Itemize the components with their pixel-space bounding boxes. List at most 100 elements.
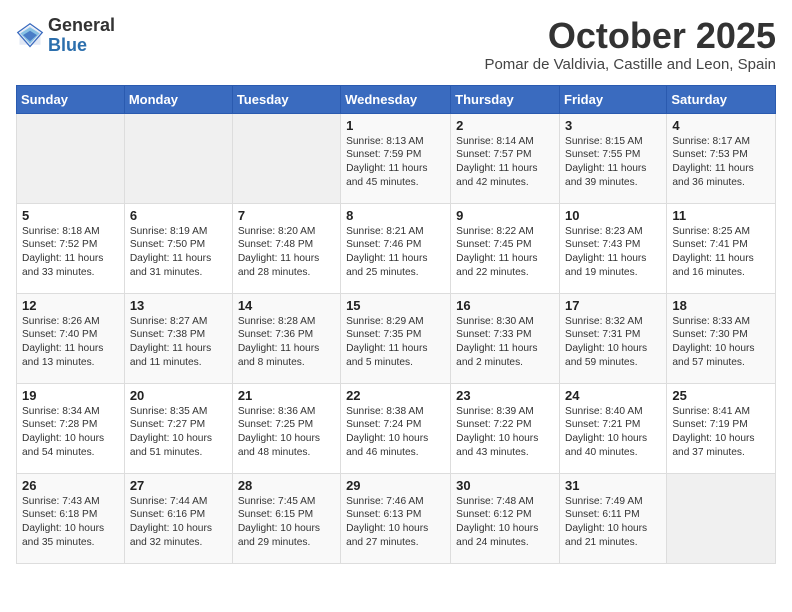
day-info: Sunrise: 8:19 AM Sunset: 7:50 PM Dayligh… <box>130 225 227 280</box>
day-number: 29 <box>346 478 445 493</box>
calendar-cell: 8 Sunrise: 8:21 AM Sunset: 7:46 PM Daylig… <box>341 203 451 293</box>
day-number: 24 <box>565 388 661 403</box>
logo: General Blue <box>16 16 115 56</box>
calendar-cell: 12Sunrise: 8:26 AM Sunset: 7:40 PM Dayli… <box>17 293 125 383</box>
calendar-cell: 14Sunrise: 8:28 AM Sunset: 7:36 PM Dayli… <box>232 293 340 383</box>
day-info: Sunrise: 8:41 AM Sunset: 7:19 PM Dayligh… <box>672 405 770 460</box>
day-number: 1 <box>346 118 445 133</box>
calendar-cell: 27 Sunrise: 7:44 AM Sunset: 6:16 PM Dayli… <box>124 473 232 563</box>
day-info: Sunrise: 8:17 AM Sunset: 7:53 PM Dayligh… <box>672 135 770 190</box>
calendar-cell: 10 Sunrise: 8:23 AM Sunset: 7:43 PM Dayli… <box>560 203 667 293</box>
logo-general-text: General <box>48 15 115 35</box>
day-number: 15 <box>346 298 445 313</box>
day-number: 25 <box>672 388 770 403</box>
day-info: Sunrise: 8:33 AM Sunset: 7:30 PM Dayligh… <box>672 315 770 370</box>
day-info: Sunrise: 7:44 AM Sunset: 6:16 PM Dayligh… <box>130 495 227 550</box>
calendar-cell <box>17 113 125 203</box>
calendar-cell: 20 Sunrise: 8:35 AM Sunset: 7:27 PM Dayli… <box>124 383 232 473</box>
day-number: 26 <box>22 478 119 493</box>
logo-blue-text: Blue <box>48 35 87 55</box>
day-number: 27 <box>130 478 227 493</box>
calendar-cell: 24 Sunrise: 8:40 AM Sunset: 7:21 PM Dayli… <box>560 383 667 473</box>
weekday-header-thursday: Thursday <box>451 85 560 113</box>
calendar-cell: 26 Sunrise: 7:43 AM Sunset: 6:18 PM Dayli… <box>17 473 125 563</box>
day-info: Sunrise: 8:21 AM Sunset: 7:46 PM Dayligh… <box>346 225 445 280</box>
day-number: 20 <box>130 388 227 403</box>
day-info: Sunrise: 7:43 AM Sunset: 6:18 PM Dayligh… <box>22 495 119 550</box>
weekday-header-saturday: Saturday <box>667 85 776 113</box>
day-info: Sunrise: 8:35 AM Sunset: 7:27 PM Dayligh… <box>130 405 227 460</box>
day-number: 8 <box>346 208 445 223</box>
calendar-cell: 19 Sunrise: 8:34 AM Sunset: 7:28 PM Dayli… <box>17 383 125 473</box>
calendar-cell: 16Sunrise: 8:30 AM Sunset: 7:33 PM Dayli… <box>451 293 560 383</box>
calendar-table: SundayMondayTuesdayWednesdayThursdayFrid… <box>16 85 776 564</box>
weekday-header-sunday: Sunday <box>17 85 125 113</box>
day-info: Sunrise: 8:25 AM Sunset: 7:41 PM Dayligh… <box>672 225 770 280</box>
logo-icon <box>16 22 44 50</box>
calendar-week-4: 19 Sunrise: 8:34 AM Sunset: 7:28 PM Dayli… <box>17 383 776 473</box>
weekday-header-row: SundayMondayTuesdayWednesdayThursdayFrid… <box>17 85 776 113</box>
calendar-cell: 23 Sunrise: 8:39 AM Sunset: 7:22 PM Dayli… <box>451 383 560 473</box>
day-number: 19 <box>22 388 119 403</box>
calendar-cell: 1 Sunrise: 8:13 AM Sunset: 7:59 PM Daylig… <box>341 113 451 203</box>
calendar-cell <box>124 113 232 203</box>
day-number: 2 <box>456 118 554 133</box>
day-number: 17 <box>565 298 661 313</box>
day-number: 5 <box>22 208 119 223</box>
calendar-cell: 18 Sunrise: 8:33 AM Sunset: 7:30 PM Dayli… <box>667 293 776 383</box>
calendar-cell: 7 Sunrise: 8:20 AM Sunset: 7:48 PM Daylig… <box>232 203 340 293</box>
day-info: Sunrise: 8:36 AM Sunset: 7:25 PM Dayligh… <box>238 405 335 460</box>
day-info: Sunrise: 8:18 AM Sunset: 7:52 PM Dayligh… <box>22 225 119 280</box>
calendar-cell <box>232 113 340 203</box>
calendar-week-3: 12Sunrise: 8:26 AM Sunset: 7:40 PM Dayli… <box>17 293 776 383</box>
day-info: Sunrise: 7:48 AM Sunset: 6:12 PM Dayligh… <box>456 495 554 550</box>
day-info: Sunrise: 8:13 AM Sunset: 7:59 PM Dayligh… <box>346 135 445 190</box>
calendar-cell: 29Sunrise: 7:46 AM Sunset: 6:13 PM Dayli… <box>341 473 451 563</box>
day-number: 6 <box>130 208 227 223</box>
day-info: Sunrise: 8:22 AM Sunset: 7:45 PM Dayligh… <box>456 225 554 280</box>
day-info: Sunrise: 8:23 AM Sunset: 7:43 PM Dayligh… <box>565 225 661 280</box>
calendar-cell: 17 Sunrise: 8:32 AM Sunset: 7:31 PM Dayli… <box>560 293 667 383</box>
day-number: 3 <box>565 118 661 133</box>
day-number: 7 <box>238 208 335 223</box>
calendar-cell: 6 Sunrise: 8:19 AM Sunset: 7:50 PM Daylig… <box>124 203 232 293</box>
calendar-cell <box>667 473 776 563</box>
day-number: 23 <box>456 388 554 403</box>
weekday-header-monday: Monday <box>124 85 232 113</box>
day-number: 11 <box>672 208 770 223</box>
calendar-cell: 25 Sunrise: 8:41 AM Sunset: 7:19 PM Dayli… <box>667 383 776 473</box>
day-info: Sunrise: 8:39 AM Sunset: 7:22 PM Dayligh… <box>456 405 554 460</box>
day-number: 9 <box>456 208 554 223</box>
weekday-header-wednesday: Wednesday <box>341 85 451 113</box>
day-info: Sunrise: 8:27 AM Sunset: 7:38 PM Dayligh… <box>130 315 227 370</box>
calendar-cell: 15Sunrise: 8:29 AM Sunset: 7:35 PM Dayli… <box>341 293 451 383</box>
day-info: Sunrise: 8:38 AM Sunset: 7:24 PM Dayligh… <box>346 405 445 460</box>
calendar-week-2: 5 Sunrise: 8:18 AM Sunset: 7:52 PM Daylig… <box>17 203 776 293</box>
day-info: Sunrise: 7:49 AM Sunset: 6:11 PM Dayligh… <box>565 495 661 550</box>
calendar-cell: 13Sunrise: 8:27 AM Sunset: 7:38 PM Dayli… <box>124 293 232 383</box>
weekday-header-friday: Friday <box>560 85 667 113</box>
day-number: 28 <box>238 478 335 493</box>
calendar-cell: 5 Sunrise: 8:18 AM Sunset: 7:52 PM Daylig… <box>17 203 125 293</box>
day-info: Sunrise: 7:45 AM Sunset: 6:15 PM Dayligh… <box>238 495 335 550</box>
day-info: Sunrise: 8:40 AM Sunset: 7:21 PM Dayligh… <box>565 405 661 460</box>
calendar-cell: 22 Sunrise: 8:38 AM Sunset: 7:24 PM Dayli… <box>341 383 451 473</box>
day-info: Sunrise: 8:34 AM Sunset: 7:28 PM Dayligh… <box>22 405 119 460</box>
day-info: Sunrise: 8:30 AM Sunset: 7:33 PM Dayligh… <box>456 315 554 370</box>
calendar-cell: 2 Sunrise: 8:14 AM Sunset: 7:57 PM Daylig… <box>451 113 560 203</box>
calendar-cell: 28 Sunrise: 7:45 AM Sunset: 6:15 PM Dayli… <box>232 473 340 563</box>
calendar-cell: 30Sunrise: 7:48 AM Sunset: 6:12 PM Dayli… <box>451 473 560 563</box>
title-block: October 2025 Pomar de Valdivia, Castille… <box>484 16 776 73</box>
location-subtitle: Pomar de Valdivia, Castille and Leon, Sp… <box>484 56 776 73</box>
day-number: 10 <box>565 208 661 223</box>
day-number: 22 <box>346 388 445 403</box>
calendar-cell: 3 Sunrise: 8:15 AM Sunset: 7:55 PM Daylig… <box>560 113 667 203</box>
day-number: 18 <box>672 298 770 313</box>
day-info: Sunrise: 8:14 AM Sunset: 7:57 PM Dayligh… <box>456 135 554 190</box>
day-number: 4 <box>672 118 770 133</box>
day-info: Sunrise: 8:32 AM Sunset: 7:31 PM Dayligh… <box>565 315 661 370</box>
day-number: 31 <box>565 478 661 493</box>
day-info: Sunrise: 8:15 AM Sunset: 7:55 PM Dayligh… <box>565 135 661 190</box>
day-info: Sunrise: 8:20 AM Sunset: 7:48 PM Dayligh… <box>238 225 335 280</box>
calendar-cell: 21Sunrise: 8:36 AM Sunset: 7:25 PM Dayli… <box>232 383 340 473</box>
